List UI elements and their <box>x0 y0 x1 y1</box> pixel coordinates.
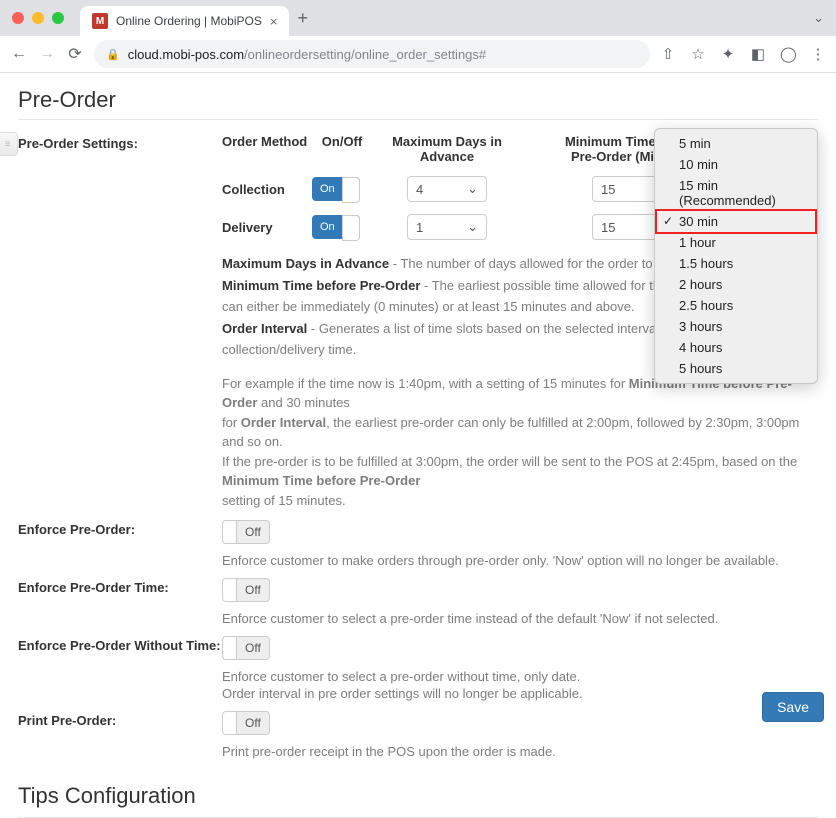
nav-forward-icon: → <box>38 45 56 63</box>
enforce-preorder-desc: Enforce customer to make orders through … <box>222 553 818 568</box>
delivery-toggle[interactable]: On <box>312 215 360 239</box>
header-max-days: Maximum Days in Advance <box>372 134 522 164</box>
preorder-settings-label: Pre-Order Settings: <box>18 134 222 151</box>
delivery-max-days-select[interactable]: 1 ⌄ <box>407 214 487 240</box>
url-path: /onlineordersetting/online_order_setting… <box>244 47 486 62</box>
browser-tab[interactable]: M Online Ordering | MobiPOS × <box>80 6 289 36</box>
dropdown-item[interactable]: 5 hours <box>655 358 817 379</box>
window-close-icon[interactable] <box>12 12 24 24</box>
enforce-time-desc: Enforce customer to select a pre-order t… <box>222 611 818 626</box>
toggle-handle-icon <box>223 520 237 544</box>
tab-bar: M Online Ordering | MobiPOS × + ⌄ <box>0 0 836 36</box>
header-order-method: Order Method <box>222 134 312 164</box>
enforce-preorder-label: Enforce Pre-Order: <box>18 520 222 537</box>
enforce-time-label: Enforce Pre-Order Time: <box>18 578 222 595</box>
toggle-handle-icon <box>223 711 237 735</box>
tips-configuration-title: Tips Configuration <box>18 783 818 809</box>
delivery-label: Delivery <box>222 220 312 235</box>
page-title: Pre-Order <box>18 87 818 113</box>
enforce-without-time-desc1: Enforce customer to select a pre-order w… <box>222 669 818 684</box>
url-field[interactable]: 🔒 cloud.mobi-pos.com/onlineordersetting/… <box>94 40 650 68</box>
collection-label: Collection <box>222 182 312 197</box>
nav-reload-icon[interactable]: ⟳ <box>66 44 84 64</box>
menu-icon[interactable]: ⋮ <box>810 45 826 63</box>
url-host: cloud.mobi-pos.com <box>128 47 244 62</box>
window-maximize-icon[interactable] <box>52 12 64 24</box>
side-panel-icon[interactable]: ◧ <box>750 45 766 63</box>
header-onoff: On/Off <box>312 134 372 164</box>
dropdown-item-selected[interactable]: 30 min <box>655 209 817 234</box>
order-interval-dropdown: 5 min 10 min 15 min (Recommended) 30 min… <box>654 128 818 384</box>
dropdown-item[interactable]: 2.5 hours <box>655 295 817 316</box>
tabs-overflow-icon[interactable]: ⌄ <box>813 10 824 26</box>
enforce-time-toggle[interactable]: Off <box>222 578 270 602</box>
tab-favicon-icon: M <box>92 13 108 29</box>
profile-icon[interactable]: ◯ <box>780 45 796 63</box>
toolbar-icons: ⇧ ☆ ✦ ◧ ◯ ⋮ <box>660 45 826 63</box>
enforce-without-time-toggle[interactable]: Off <box>222 636 270 660</box>
enforce-without-time-row: Enforce Pre-Order Without Time: Off Enfo… <box>18 636 818 701</box>
chevron-down-icon: ⌄ <box>467 219 478 235</box>
dropdown-item[interactable]: 5 min <box>655 133 817 154</box>
print-preorder-toggle[interactable]: Off <box>222 711 270 735</box>
enforce-without-time-desc2: Order interval in pre order settings wil… <box>222 686 818 701</box>
address-bar: ← → ⟳ 🔒 cloud.mobi-pos.com/onlineorderse… <box>0 36 836 72</box>
enforce-preorder-row: Enforce Pre-Order: Off Enforce customer … <box>18 520 818 568</box>
toggle-handle-icon <box>223 578 237 602</box>
dropdown-item[interactable]: 3 hours <box>655 316 817 337</box>
toggle-handle-icon <box>223 636 237 660</box>
dropdown-item[interactable]: 4 hours <box>655 337 817 358</box>
print-preorder-row: Print Pre-Order: Off Print pre-order rec… <box>18 711 818 759</box>
print-preorder-label: Print Pre-Order: <box>18 711 222 728</box>
extensions-icon[interactable]: ✦ <box>720 45 736 63</box>
tab-close-icon[interactable]: × <box>270 14 278 29</box>
share-icon[interactable]: ⇧ <box>660 45 676 63</box>
lock-icon: 🔒 <box>106 48 120 61</box>
tab-title: Online Ordering | MobiPOS <box>116 14 262 28</box>
window-controls <box>12 12 80 24</box>
browser-chrome: M Online Ordering | MobiPOS × + ⌄ ← → ⟳ … <box>0 0 836 73</box>
bookmark-icon[interactable]: ☆ <box>690 45 706 63</box>
enforce-without-time-label: Enforce Pre-Order Without Time: <box>18 636 222 653</box>
collection-toggle[interactable]: On <box>312 177 360 201</box>
window-minimize-icon[interactable] <box>32 12 44 24</box>
chevron-down-icon: ⌄ <box>467 181 478 197</box>
example-text: For example if the time now is 1:40pm, w… <box>222 374 818 511</box>
dropdown-item[interactable]: 2 hours <box>655 274 817 295</box>
collection-max-days-select[interactable]: 4 ⌄ <box>407 176 487 202</box>
new-tab-button[interactable]: + <box>297 8 308 29</box>
divider <box>18 119 818 120</box>
dropdown-item[interactable]: 15 min (Recommended) <box>655 175 817 211</box>
enforce-preorder-toggle[interactable]: Off <box>222 520 270 544</box>
print-preorder-desc: Print pre-order receipt in the POS upon … <box>222 744 818 759</box>
dropdown-item[interactable]: 10 min <box>655 154 817 175</box>
save-button[interactable]: Save <box>762 692 824 722</box>
dropdown-item[interactable]: 1.5 hours <box>655 253 817 274</box>
enforce-time-row: Enforce Pre-Order Time: Off Enforce cust… <box>18 578 818 626</box>
dropdown-item[interactable]: 1 hour <box>655 232 817 253</box>
nav-back-icon[interactable]: ← <box>10 45 28 63</box>
